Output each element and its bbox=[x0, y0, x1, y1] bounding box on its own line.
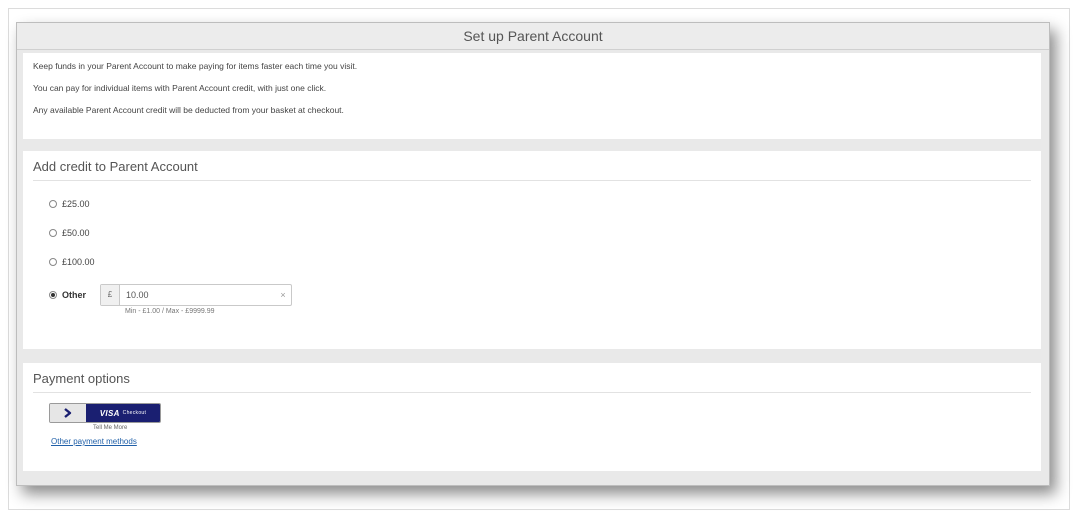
intro-section: Keep funds in your Parent Account to mak… bbox=[23, 53, 1041, 139]
visa-logo: VISA Checkout bbox=[86, 404, 160, 422]
visa-checkout-word: Checkout bbox=[122, 410, 147, 416]
other-amount-group: £ × bbox=[100, 284, 293, 306]
intro-line: Any available Parent Account credit will… bbox=[33, 105, 344, 115]
amount-limits-hint: Min - £1.00 / Max - £9999.99 bbox=[125, 308, 215, 315]
intro-line: Keep funds in your Parent Account to mak… bbox=[33, 61, 358, 71]
credit-option-50[interactable]: £50.00 bbox=[49, 226, 1031, 240]
credit-option-25[interactable]: £25.00 bbox=[49, 197, 1031, 211]
visa-checkout-button[interactable]: VISA Checkout bbox=[49, 403, 161, 423]
page-viewport: Set up Parent Account Keep funds in your… bbox=[0, 0, 1075, 516]
other-option-label: Other bbox=[62, 290, 87, 300]
credit-option-other[interactable]: Other £ × bbox=[49, 284, 1031, 306]
other-payment-methods-link[interactable]: Other payment methods bbox=[51, 437, 137, 446]
add-credit-section: Add credit to Parent Account £25.00 £50.… bbox=[23, 151, 1041, 349]
credit-option-label: £100.00 bbox=[62, 257, 95, 267]
parent-account-panel: Set up Parent Account Keep funds in your… bbox=[16, 22, 1050, 486]
radio-button[interactable] bbox=[49, 258, 57, 266]
clear-icon[interactable]: × bbox=[275, 290, 291, 300]
currency-symbol: £ bbox=[101, 285, 121, 305]
credit-option-label: £25.00 bbox=[62, 199, 90, 209]
radio-button-selected[interactable] bbox=[49, 291, 57, 299]
radio-button[interactable] bbox=[49, 229, 57, 237]
visa-wordmark: VISA bbox=[99, 408, 120, 418]
other-amount-input[interactable] bbox=[120, 286, 276, 304]
radio-button[interactable] bbox=[49, 200, 57, 208]
add-credit-heading: Add credit to Parent Account bbox=[33, 159, 1031, 181]
tell-me-more-link[interactable]: Tell Me More bbox=[93, 425, 1031, 431]
credit-option-100[interactable]: £100.00 bbox=[49, 255, 1031, 269]
payment-options-heading: Payment options bbox=[33, 371, 1031, 393]
intro-line: You can pay for individual items with Pa… bbox=[33, 83, 327, 93]
panel-title: Set up Parent Account bbox=[17, 23, 1049, 50]
chevron-right-icon bbox=[50, 404, 86, 422]
payment-options-section: Payment options VISA Checkout Tell Me Mo… bbox=[23, 363, 1041, 471]
credit-option-label: £50.00 bbox=[62, 228, 90, 238]
